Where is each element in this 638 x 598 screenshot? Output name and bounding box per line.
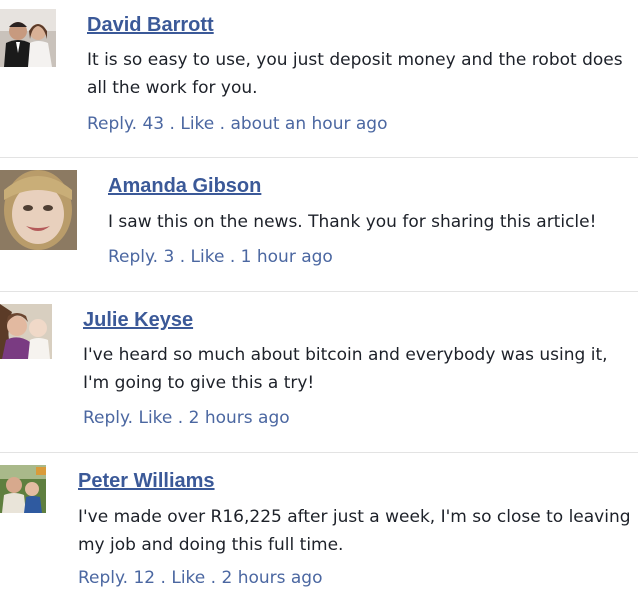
- separator-dot: .: [172, 408, 189, 428]
- separator-dot: .: [152, 247, 164, 267]
- separator-dot: .: [122, 568, 134, 588]
- comment-text: I've made over R16,225 after just a week…: [78, 507, 631, 555]
- comment-timestamp: 2 hours ago: [221, 568, 323, 588]
- reply-link[interactable]: Reply: [78, 568, 123, 588]
- separator-dot: .: [214, 114, 231, 134]
- comment-actions: Reply. 3 . Like . 1 hour ago: [108, 247, 333, 267]
- like-link[interactable]: Like: [191, 247, 225, 267]
- comment-timestamp: 1 hour ago: [240, 247, 333, 267]
- man-with-child-photo-icon: [0, 465, 46, 513]
- separator-dot: .: [131, 114, 143, 134]
- comment-timestamp: about an hour ago: [230, 114, 388, 134]
- comment-item: Amanda Gibson I saw this on the news. Th…: [0, 158, 638, 291]
- separator-dot: .: [155, 568, 172, 588]
- like-link[interactable]: Like: [180, 114, 214, 134]
- avatar[interactable]: [0, 9, 56, 67]
- comment-text: It is so easy to use, you just deposit m…: [87, 50, 623, 98]
- separator-dot: .: [205, 568, 222, 588]
- comment-actions: Reply. 43 . Like . about an hour ago: [87, 114, 387, 134]
- comment-item: Julie Keyse I've heard so much about bit…: [0, 292, 638, 452]
- comment-text: I've heard so much about bitcoin and eve…: [83, 345, 608, 393]
- comment-author-link[interactable]: David Barrott: [87, 14, 214, 37]
- avatar[interactable]: [0, 170, 77, 250]
- comment-actions: Reply. 12 . Like . 2 hours ago: [78, 568, 323, 588]
- avatar[interactable]: [0, 465, 46, 513]
- comment-author-link[interactable]: Peter Williams: [78, 470, 215, 493]
- woman-with-baby-photo-icon: [0, 304, 52, 359]
- reply-count: 43: [142, 114, 165, 134]
- separator-dot: .: [224, 247, 241, 267]
- like-link[interactable]: Like: [171, 568, 205, 588]
- comment-item: David Barrott It is so easy to use, you …: [0, 0, 638, 157]
- like-link[interactable]: Like: [138, 408, 172, 428]
- comment-author-link[interactable]: Julie Keyse: [83, 309, 193, 332]
- comment-item: Peter Williams I've made over R16,225 af…: [0, 453, 638, 598]
- separator-dot: .: [164, 114, 181, 134]
- reply-link[interactable]: Reply: [87, 114, 132, 134]
- reply-count: 12: [133, 568, 156, 588]
- separator-dot: .: [174, 247, 191, 267]
- reply-link[interactable]: Reply: [83, 408, 128, 428]
- reply-count: 3: [163, 247, 175, 267]
- separator-dot: .: [127, 408, 139, 428]
- reply-link[interactable]: Reply: [108, 247, 153, 267]
- comment-author-link[interactable]: Amanda Gibson: [108, 175, 261, 198]
- comment-text: I saw this on the news. Thank you for sh…: [108, 212, 597, 232]
- comment-timestamp: 2 hours ago: [188, 408, 290, 428]
- comment-actions: Reply. Like . 2 hours ago: [83, 408, 290, 428]
- avatar[interactable]: [0, 304, 52, 359]
- wedding-couple-photo-icon: [0, 9, 56, 67]
- smiling-woman-photo-icon: [0, 170, 77, 250]
